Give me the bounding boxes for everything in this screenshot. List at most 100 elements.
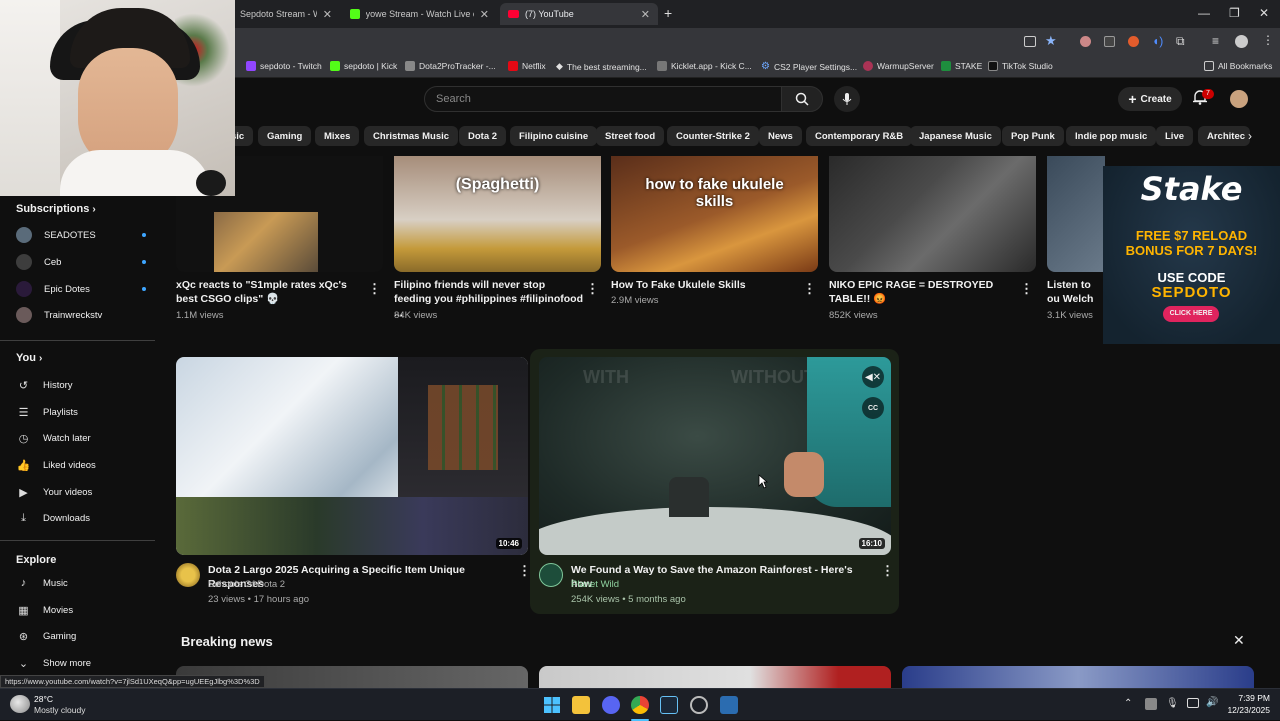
more-options-icon[interactable]: ⋮ [1020,281,1033,297]
click-here-button[interactable]: CLICK HERE [1163,306,1219,322]
captions-icon[interactable]: CC [862,397,884,419]
video-thumbnail[interactable] [1047,156,1105,272]
search-button[interactable] [781,86,823,112]
sidebar-subscription[interactable]: Epic Dotes [16,280,146,298]
chip[interactable]: Japanese Music [910,126,1001,146]
mute-icon[interactable]: ◀✕ [862,366,884,388]
steam-icon[interactable] [660,696,678,714]
chip[interactable]: News [759,126,802,146]
chevron-right-icon[interactable]: › [1240,126,1260,146]
sidebar-item-gaming[interactable]: ⊛ Gaming [16,627,146,645]
bookmark-item[interactable]: ◆ The best streaming... [556,61,647,72]
weather-temp[interactable]: 28°C [34,694,53,704]
bookmark-item[interactable]: Kicklet.app - Kick C... [657,61,752,71]
microphone-icon[interactable]: 🎙 [1166,698,1179,709]
channel-avatar[interactable] [176,563,200,587]
extension-icon[interactable] [1128,36,1139,47]
menu-icon[interactable]: ⋮ [1262,33,1274,47]
bookmark-star-icon[interactable]: ★ [1045,33,1057,49]
bookmark-item[interactable]: ⚙ CS2 Player Settings... [761,61,857,72]
volume-icon[interactable]: 🔊 [1206,697,1218,708]
tray-icon[interactable] [1145,698,1157,710]
video-thumbnail[interactable] [829,156,1036,272]
chip[interactable]: Gaming [258,126,312,146]
stake-ad-overlay[interactable]: Stake FREE $7 RELOAD BONUS FOR 7 DAYS! U… [1103,166,1280,344]
video-thumbnail[interactable]: how to fake ukulele skills [611,156,818,272]
media-icon[interactable]: ≡ [1212,34,1219,48]
chip[interactable]: Contemporary R&B [806,126,913,146]
close-window-icon[interactable]: ✕ [1259,6,1269,20]
create-button[interactable]: + Create [1118,87,1182,111]
extension-icon[interactable] [1104,36,1115,47]
weather-icon[interactable] [10,695,30,713]
weather-desc[interactable]: Mostly cloudy [34,705,86,715]
discord-icon[interactable] [602,696,620,714]
video-title[interactable]: How To Fake Ukulele Skills [611,278,801,292]
bookmark-item[interactable]: Dota2ProTracker -... [405,61,496,71]
close-icon[interactable]: ✕ [323,8,332,21]
restore-icon[interactable]: ❐ [1229,6,1240,20]
sidebar-subscription[interactable]: Ceb [16,253,146,271]
video-thumbnail[interactable] [539,666,891,688]
chip[interactable]: Filipino cuisine [510,126,598,146]
bookmark-item[interactable]: TikTok Studio [988,61,1053,71]
notepad-icon[interactable] [720,696,738,714]
chrome-icon[interactable] [631,696,649,714]
chip[interactable]: Indie pop music [1066,126,1157,146]
sidebar-item-playlists[interactable]: ☰ Playlists [16,403,146,421]
chip[interactable]: Live [1156,126,1194,146]
bookmark-item[interactable]: Netflix [508,61,546,71]
more-options-icon[interactable]: ⋮ [368,281,381,297]
bookmark-item[interactable]: sepdoto | Kick [330,61,397,71]
all-bookmarks[interactable]: All Bookmarks [1204,61,1272,71]
puzzle-icon[interactable]: ⧉ [1176,34,1185,49]
sidebar-item-show-more[interactable]: ⌄ Show more [16,654,146,672]
profile-icon[interactable] [1235,35,1248,48]
video-thumbnail[interactable]: 10:46 [176,357,528,555]
sidebar-item-liked-videos[interactable]: 👍 Liked videos [16,456,146,474]
video-title[interactable]: xQc reacts to "S1mple rates xQc's best C… [176,278,366,306]
browser-tab[interactable]: Sepdoto Stream - Watch Live ✕ [232,3,340,25]
video-title[interactable]: NIKO EPIC RAGE = DESTROYED TABLE!! 😡 [829,278,1019,306]
video-preview-player[interactable]: WITH WITHOUT ◀✕ CC 16:10 [539,357,891,555]
chevron-up-icon[interactable]: ⌃ [1124,698,1132,709]
channel-name[interactable]: Planet Wild [571,579,619,590]
bookmark-item[interactable]: STAKE [941,61,982,71]
more-options-icon[interactable]: ⋮ [586,281,599,297]
chip[interactable]: Mixes [315,126,360,146]
new-tab-icon[interactable]: + [664,5,672,21]
windows-start-icon[interactable] [543,696,561,714]
close-icon[interactable]: ✕ [480,8,489,21]
channel-name[interactable]: Schools Of Dota 2 [208,579,285,590]
search-input[interactable]: Search [424,86,782,112]
audio-icon[interactable]: ◖) [1152,34,1163,48]
you-heading[interactable]: You › [16,352,42,364]
extension-icon[interactable] [1080,36,1091,47]
sidebar-subscription[interactable]: Trainwreckstv [16,306,146,324]
browser-tab-active[interactable]: (7) YouTube ✕ [500,3,658,25]
chip[interactable]: Street food [596,126,665,146]
sidebar-item-music[interactable]: ♪ Music [16,574,146,592]
chip[interactable]: Dota 2 [459,126,507,146]
subscriptions-heading[interactable]: Subscriptions › [16,203,96,215]
video-title[interactable]: Listen to ou Welch now [1047,278,1103,306]
settings-icon[interactable] [690,696,708,714]
chip[interactable]: Counter-Strike 2 [667,126,759,146]
network-icon[interactable] [1187,698,1199,708]
sidebar-item-history[interactable]: ↺ History [16,376,146,394]
close-icon[interactable]: ✕ [641,8,650,21]
channel-avatar[interactable] [539,563,563,587]
clock-date[interactable]: 12/23/2025 [1222,705,1270,715]
sidebar-item-movies[interactable]: ▦ Movies [16,601,146,619]
sidebar-subscription[interactable]: SEADOTES [16,226,146,244]
minimize-icon[interactable]: — [1198,6,1210,20]
file-explorer-icon[interactable] [572,696,590,714]
sidebar-item-downloads[interactable]: ⤓ Downloads [16,509,146,527]
voice-search-button[interactable] [834,86,860,112]
clock-time[interactable]: 7:39 PM [1222,693,1270,703]
sidebar-item-your-videos[interactable]: ▶ Your videos [16,483,146,501]
chip[interactable]: Pop Punk [1002,126,1064,146]
more-options-icon[interactable]: ⋮ [881,563,894,579]
bookmark-item[interactable]: sepdoto - Twitch [246,61,322,71]
chip[interactable]: Christmas Music [364,126,459,146]
